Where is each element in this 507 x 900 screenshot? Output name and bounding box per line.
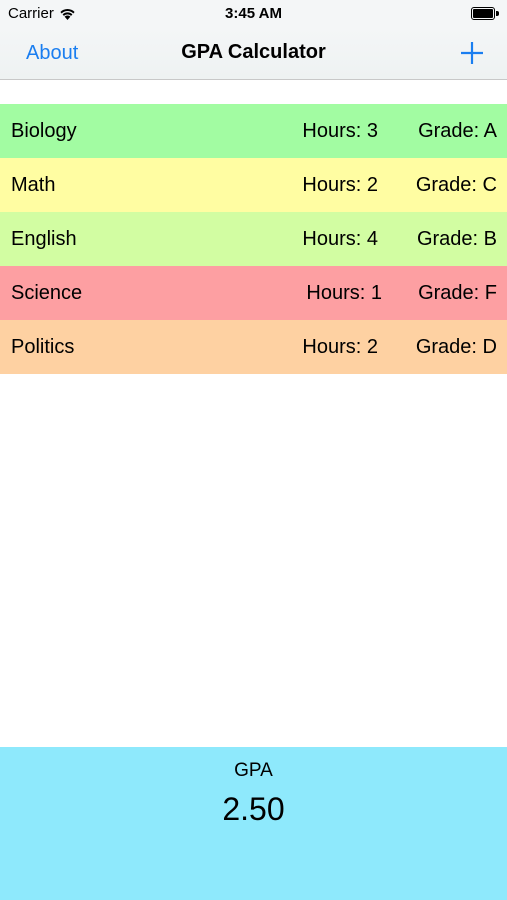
status-bar: Carrier 3:45 AM: [0, 0, 507, 28]
course-row-english[interactable]: English Hours: 4 Grade: B: [0, 212, 507, 266]
status-time: 3:45 AM: [225, 5, 282, 22]
gpa-panel: GPA 2.50: [0, 747, 507, 900]
course-grade: Grade: F: [418, 282, 497, 304]
course-grade: Grade: D: [415, 336, 497, 358]
course-hours: Hours: 2: [302, 174, 378, 196]
page-title: GPA Calculator: [181, 41, 326, 63]
course-list: Biology Hours: 3 Grade: A Math Hours: 2 …: [0, 104, 507, 374]
course-row-math[interactable]: Math Hours: 2 Grade: C: [0, 158, 507, 212]
course-hours: Hours: 2: [302, 336, 378, 358]
plus-icon[interactable]: [459, 40, 485, 66]
battery-icon: [471, 7, 499, 20]
course-name: Politics: [11, 336, 75, 358]
course-hours: Hours: 1: [306, 282, 382, 304]
course-row-science[interactable]: Science Hours: 1 Grade: F: [0, 266, 507, 320]
course-grade: Grade: B: [416, 228, 497, 250]
gpa-value: 2.50: [222, 791, 285, 827]
course-row-politics[interactable]: Politics Hours: 2 Grade: D: [0, 320, 507, 374]
navigation-bar: About GPA Calculator: [0, 28, 507, 80]
course-name: Science: [11, 282, 83, 304]
course-name: English: [11, 228, 77, 250]
course-name: Math: [11, 174, 56, 196]
course-grade: Grade: A: [418, 120, 497, 142]
gpa-label: GPA: [234, 760, 273, 781]
course-row-biology[interactable]: Biology Hours: 3 Grade: A: [0, 104, 507, 158]
course-hours: Hours: 3: [302, 120, 378, 142]
course-name: Biology: [11, 120, 77, 142]
course-grade: Grade: C: [415, 174, 497, 196]
course-hours: Hours: 4: [302, 228, 378, 250]
